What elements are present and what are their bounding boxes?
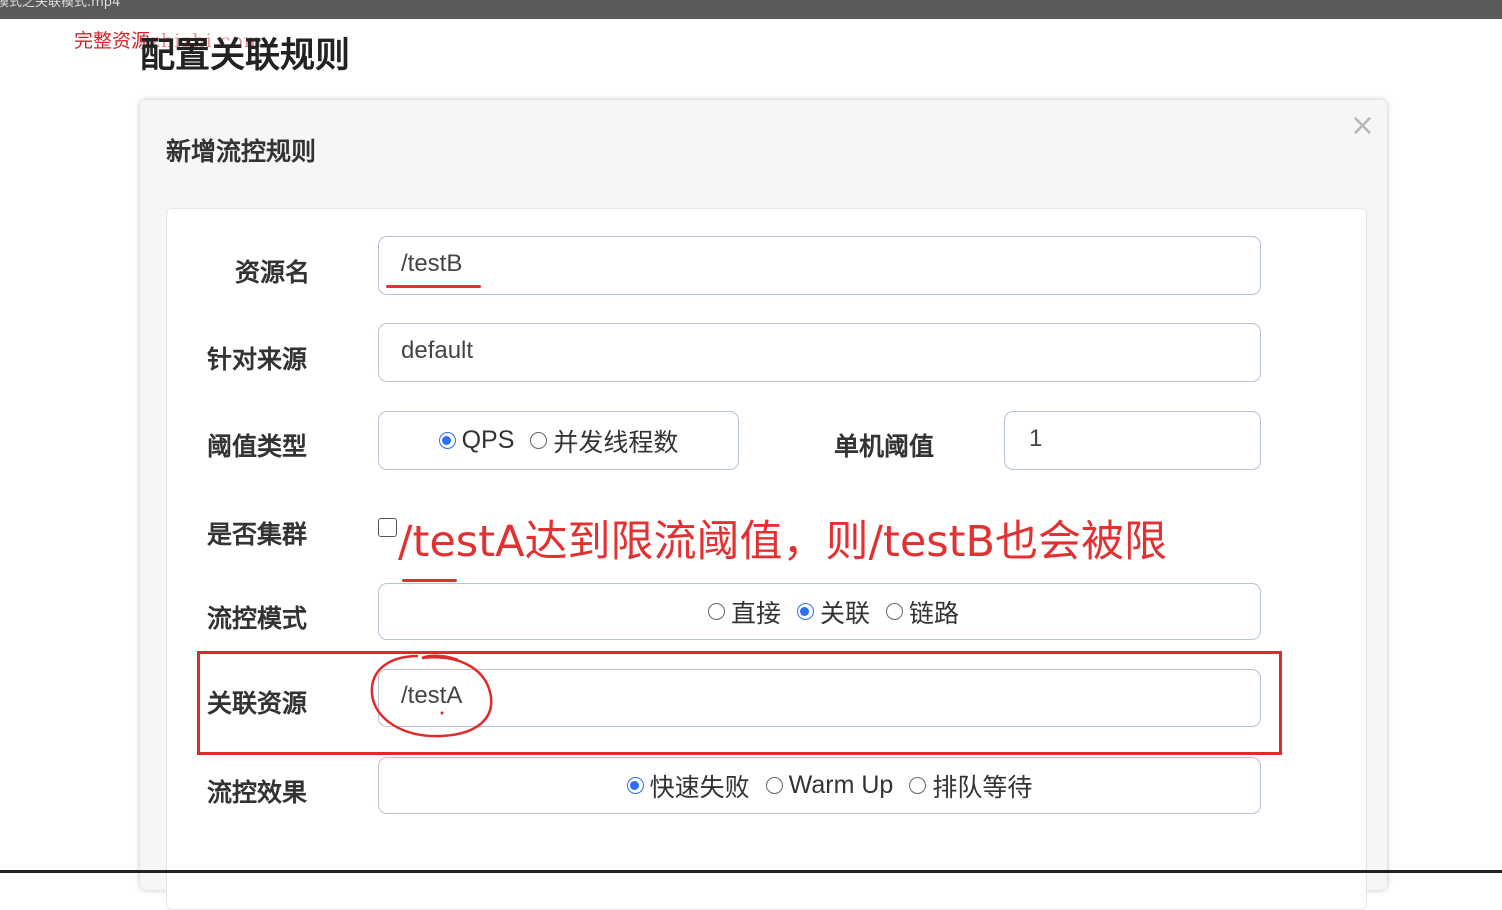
- threshold-type-radio-group: QPS 并发线程数: [378, 411, 739, 470]
- resource-name-label: 资源名: [235, 258, 311, 287]
- radio-label: Warm Up: [788, 771, 894, 799]
- annotation-text: /testA达到限流阈值，则/testB也会被限: [398, 517, 1168, 567]
- behavior-option-warm-up[interactable]: Warm Up: [765, 771, 894, 800]
- behavior-option-queue[interactable]: 排队等待: [909, 768, 1032, 804]
- radio-label: 关联: [819, 599, 870, 628]
- threshold-type-option-qps[interactable]: QPS: [438, 426, 515, 455]
- strategy-radio-group: 直接 关联 链路: [378, 583, 1261, 640]
- radio-unselected-icon: [909, 777, 927, 794]
- limit-app-label: 针对来源: [207, 345, 308, 374]
- radio-label: 并发线程数: [553, 428, 679, 457]
- radio-label: 快速失败: [649, 773, 750, 802]
- radio-unselected-icon: [530, 432, 548, 449]
- radio-label: 排队等待: [932, 773, 1033, 802]
- behavior-option-fail-fast[interactable]: 快速失败: [626, 768, 750, 804]
- watermark-text: 完整资源: [74, 30, 151, 52]
- radio-label: 直接: [730, 599, 781, 628]
- single-threshold-input[interactable]: 1: [1004, 411, 1261, 470]
- radio-label: QPS: [461, 426, 515, 454]
- single-threshold-label: 单机阈值: [834, 432, 935, 461]
- strategy-option-direct[interactable]: 直接: [707, 594, 781, 630]
- annotation-underline-cluster: [402, 579, 457, 582]
- resource-name-input[interactable]: /testB: [378, 236, 1261, 295]
- close-icon[interactable]: ×: [1350, 110, 1375, 142]
- resource-name-value: /testB: [401, 250, 463, 277]
- strategy-label: 流控模式: [207, 604, 308, 633]
- radio-unselected-icon: [765, 777, 783, 794]
- control-behavior-radio-group: 快速失败 Warm Up 排队等待: [378, 757, 1261, 814]
- annotation-underline-resource: [386, 285, 481, 288]
- highlight-box: [197, 651, 1282, 755]
- radio-unselected-icon: [886, 603, 903, 620]
- threshold-type-option-thread[interactable]: 并发线程数: [530, 423, 678, 459]
- video-title-bar: 模式之关联模式.mp4: [0, 0, 1502, 19]
- video-filename: 模式之关联模式.mp4: [0, 0, 121, 10]
- strategy-option-relate[interactable]: 关联: [796, 594, 870, 630]
- radio-unselected-icon: [707, 603, 725, 620]
- threshold-type-label: 阈值类型: [207, 432, 308, 461]
- limit-app-value: default: [401, 337, 474, 364]
- dialog-title: 新增流控规则: [166, 137, 317, 166]
- control-behavior-label: 流控效果: [207, 778, 308, 807]
- radio-selected-icon: [796, 603, 814, 620]
- radio-selected-icon: [626, 777, 644, 794]
- cluster-mode-label: 是否集群: [207, 520, 308, 549]
- limit-app-input[interactable]: default: [378, 323, 1261, 382]
- cluster-mode-checkbox[interactable]: [378, 518, 397, 537]
- page-title: 配置关联规则: [140, 36, 351, 76]
- single-threshold-value: 1: [1029, 425, 1043, 452]
- radio-selected-icon: [438, 432, 456, 449]
- radio-label: 链路: [909, 599, 960, 628]
- strategy-option-chain[interactable]: 链路: [886, 594, 959, 630]
